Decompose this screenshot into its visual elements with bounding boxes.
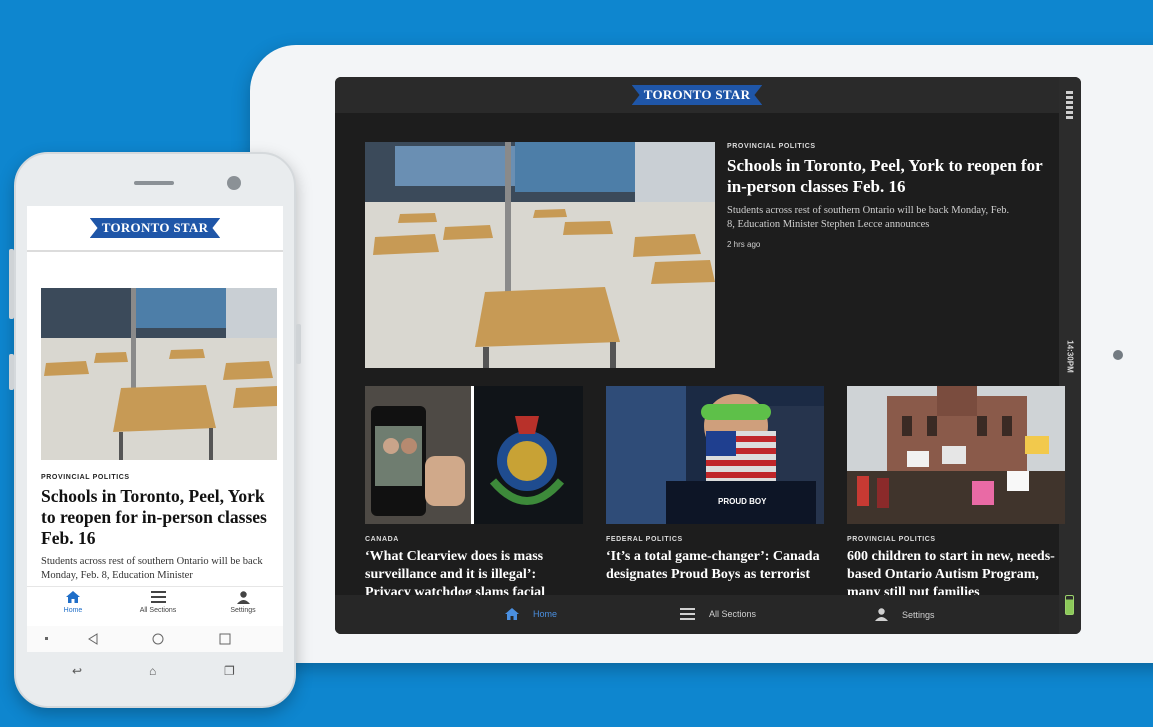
story-deck-line: Students across rest of southern Ontario…	[727, 205, 1010, 216]
story-headline[interactable]: Schools in Toronto, Peel, York to reopen…	[41, 486, 277, 549]
story-card[interactable]: PROUD BOY FEDERAL POLITICS ‘It’s a total…	[606, 386, 824, 602]
proud-boy-protester-photo[interactable]: PROUD BOY	[606, 386, 824, 524]
nav-all-sections[interactable]: All Sections	[123, 591, 193, 614]
classroom-desks-photo[interactable]	[41, 288, 277, 460]
home-circle-icon	[152, 633, 164, 645]
story-timestamp: 2 hrs ago	[727, 240, 761, 249]
hw-recents-icon[interactable]: ❐	[224, 664, 235, 678]
phone-side-button	[9, 354, 14, 390]
nav-label: Home	[533, 609, 558, 619]
nav-label: All Sections	[139, 607, 177, 614]
nav-label: All Sections	[709, 609, 757, 619]
back-icon	[88, 633, 98, 645]
home-icon	[66, 591, 80, 603]
phone-bottom-nav: Home All Sections Settings	[27, 586, 283, 626]
story-headline[interactable]: ‘What Clearview does is mass surveillanc…	[365, 548, 583, 602]
phone-speaker	[134, 181, 174, 185]
story-kicker: PROVINCIAL POLITICS	[847, 536, 936, 543]
phone-and-rcmp-crest-photo[interactable]	[365, 386, 583, 524]
hw-back-icon[interactable]: ↩	[72, 664, 82, 678]
phone-hardware-keys: ↩ ⌂ ❐	[16, 660, 298, 690]
svg-text:PROUD BOY: PROUD BOY	[718, 497, 767, 506]
android-system-nav	[27, 626, 283, 652]
story-card[interactable]: CANADA ‘What Clearview does is mass surv…	[365, 386, 583, 602]
phone-volume-button	[9, 249, 14, 319]
nav-label: Settings	[902, 609, 935, 620]
tablet-bottom-nav: Home All Sections Settings	[335, 595, 1059, 634]
nav-settings[interactable]: Settings	[875, 608, 935, 621]
nav-all-sections[interactable]: All Sections	[680, 608, 756, 620]
nav-home[interactable]: Home	[38, 591, 108, 614]
home-icon	[505, 608, 519, 620]
tablet-app-header: TORONTO STAR	[335, 77, 1059, 113]
nav-home[interactable]: Home	[505, 608, 557, 620]
person-icon	[236, 591, 250, 604]
toronto-star-logo[interactable]: TORONTO STAR	[89, 218, 221, 238]
phone-camera	[227, 176, 241, 190]
tablet-screen: TORONTO STAR 14:30PM PROVINCIAL POLITICS…	[335, 77, 1081, 634]
signal-icon	[1066, 91, 1073, 121]
story-headline[interactable]: Schools in Toronto, Peel, York to reopen…	[727, 155, 1065, 197]
person-icon	[875, 608, 888, 621]
story-deck-line: 8, Education Minister Stephen Lecce anno…	[727, 219, 930, 230]
story-kicker: PROVINCIAL POLITICS	[727, 143, 816, 150]
phone-screen: TORONTO STAR PROVINCIAL POLITICS Schools…	[27, 206, 283, 652]
recents-icon	[219, 633, 231, 645]
tablet-hero-story[interactable]: PROVINCIAL POLITICS Schools in Toronto, …	[727, 143, 1065, 249]
phone-power-button	[296, 324, 301, 364]
story-kicker: CANADA	[365, 536, 399, 543]
status-time: 14:30PM	[1065, 340, 1075, 373]
story-kicker: PROVINCIAL POLITICS	[41, 474, 130, 481]
story-headline[interactable]: ‘It’s a total game-changer’: Canada desi…	[606, 548, 824, 602]
nav-label: Home	[63, 607, 83, 614]
phone-device: TORONTO STAR PROVINCIAL POLITICS Schools…	[9, 152, 301, 708]
story-headline[interactable]: 600 children to start in new, needs-base…	[847, 548, 1065, 602]
menu-icon	[680, 608, 695, 620]
nav-settings[interactable]: Settings	[208, 591, 278, 614]
nav-label: Settings	[230, 607, 256, 614]
story-card[interactable]: PROVINCIAL POLITICS 600 children to star…	[847, 386, 1065, 602]
tablet-device: TORONTO STAR 14:30PM PROVINCIAL POLITICS…	[250, 45, 1153, 663]
story-deck: Students across rest of southern Ontario…	[41, 556, 263, 581]
menu-icon	[150, 591, 166, 603]
story-kicker: FEDERAL POLITICS	[606, 536, 683, 543]
queens-park-protest-photo[interactable]	[847, 386, 1065, 524]
toronto-star-logo[interactable]: TORONTO STAR	[631, 85, 763, 105]
tablet-camera	[1113, 350, 1123, 360]
classroom-desks-photo[interactable]	[365, 142, 715, 368]
phone-app-header: TORONTO STAR	[27, 206, 283, 252]
overflow-dot-icon	[45, 637, 48, 640]
hw-home-icon[interactable]: ⌂	[149, 664, 156, 678]
battery-icon	[1065, 595, 1074, 615]
phone-hero-story[interactable]: PROVINCIAL POLITICS Schools in Toronto, …	[41, 474, 277, 583]
